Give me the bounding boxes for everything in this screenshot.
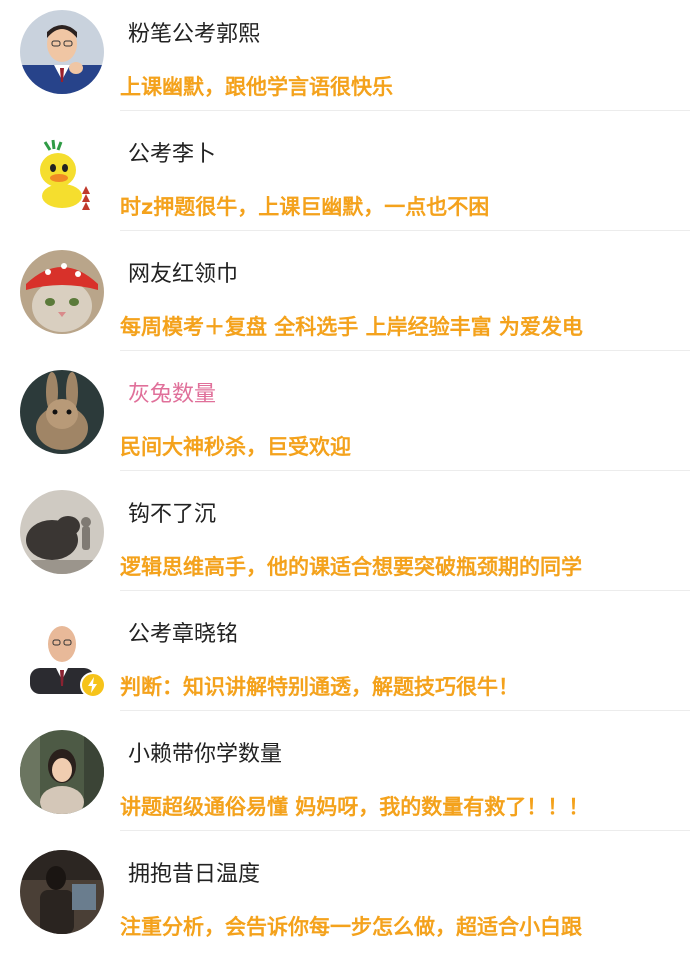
username[interactable]: 公考章晓铭 [128, 620, 238, 650]
avatar[interactable] [20, 250, 104, 334]
avatar[interactable] [20, 490, 104, 574]
comment-item[interactable]: 拥抱昔日温度 注重分析，会告诉你每一步怎么做，超适合小白跟 [0, 840, 690, 960]
woman-portrait-avatar-image [20, 730, 104, 814]
avatar[interactable] [20, 730, 104, 814]
avatar[interactable] [20, 370, 104, 454]
comment-list: 粉笔公考郭熙 上课幽默，跟他学言语很快乐 公考李卜 时z押题很牛，上课巨幽默，一… [0, 0, 690, 939]
comment-item[interactable]: 钩不了沉 逻辑思维高手，他的课适合想要突破瓶颈期的同学 [0, 480, 690, 600]
comment-text: 上课幽默，跟他学言语很快乐 [120, 75, 393, 99]
comment-item[interactable]: 粉笔公考郭熙 上课幽默，跟他学言语很快乐 [0, 0, 690, 120]
username[interactable]: 小赖带你学数量 [128, 740, 282, 770]
comment-item[interactable]: 网友红领巾 每周模考＋复盘 全科选手 上岸经验丰富 为爱发电 [0, 240, 690, 360]
divider [120, 710, 690, 711]
username[interactable]: 网友红领巾 [128, 260, 238, 290]
divider [120, 470, 690, 471]
bear-and-child-avatar-image [20, 490, 104, 574]
comment-item[interactable]: 公考李卜 时z押题很牛，上课巨幽默，一点也不困 [0, 120, 690, 240]
avatar[interactable] [20, 130, 104, 214]
duck-cartoon-avatar-image [20, 130, 104, 214]
divider [120, 830, 690, 831]
rabbit-avatar-image [20, 370, 104, 454]
avatar[interactable] [20, 850, 104, 934]
divider [120, 230, 690, 231]
verified-badge-icon [80, 672, 106, 698]
username[interactable]: 拥抱昔日温度 [128, 860, 260, 890]
comment-text: 判断：知识讲解特别通透，解题技巧很牛！ [120, 675, 519, 699]
comment-item[interactable]: 小赖带你学数量 讲题超级通俗易懂 妈妈呀，我的数量有救了！！！ [0, 720, 690, 840]
username[interactable]: 钩不了沉 [128, 500, 216, 530]
comment-text: 讲题超级通俗易懂 妈妈呀，我的数量有救了！！！ [120, 795, 590, 819]
avatar[interactable] [20, 10, 104, 94]
divider [120, 350, 690, 351]
divider [120, 590, 690, 591]
cat-with-red-hat-avatar-image [20, 250, 104, 334]
comment-text: 每周模考＋复盘 全科选手 上岸经验丰富 为爱发电 [120, 315, 583, 339]
dark-photo-avatar-image [20, 850, 104, 934]
man-in-suit-avatar-image [20, 10, 104, 94]
comment-item[interactable]: 公考章晓铭 判断：知识讲解特别通透，解题技巧很牛！ [0, 600, 690, 720]
divider [120, 110, 690, 111]
username[interactable]: 灰兔数量 [128, 380, 216, 410]
comment-text: 逻辑思维高手，他的课适合想要突破瓶颈期的同学 [120, 555, 582, 579]
username[interactable]: 粉笔公考郭熙 [128, 20, 260, 50]
username[interactable]: 公考李卜 [128, 140, 216, 170]
comment-text: 时z押题很牛，上课巨幽默，一点也不困 [120, 195, 490, 219]
comment-text: 民间大神秒杀，巨受欢迎 [120, 435, 351, 459]
comment-item[interactable]: 灰兔数量 民间大神秒杀，巨受欢迎 [0, 360, 690, 480]
comment-text: 注重分析，会告诉你每一步怎么做，超适合小白跟 [120, 915, 582, 939]
